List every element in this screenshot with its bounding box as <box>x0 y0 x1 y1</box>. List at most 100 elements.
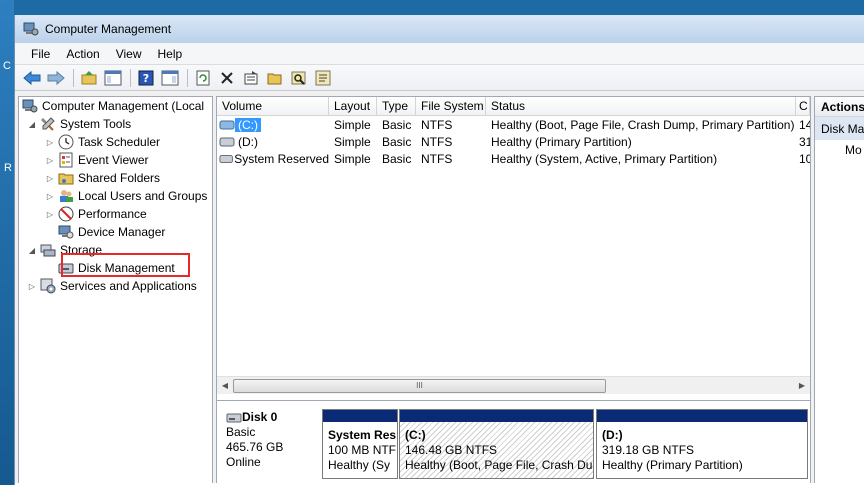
column-header-capacity[interactable]: C <box>796 97 810 115</box>
tree-item-shared-folders[interactable]: ▷ Shared Folders <box>19 169 212 187</box>
users-icon <box>60 190 73 202</box>
volume-row[interactable]: System Reserved Simple Basic NTFS Health… <box>217 150 810 167</box>
up-folder-icon[interactable] <box>78 68 100 88</box>
disk-management-icon <box>58 263 74 274</box>
search-icon[interactable] <box>288 68 310 88</box>
disk-name: Disk 0 <box>242 410 278 424</box>
partition-status: Healthy (Boot, Page File, Crash Dur <box>405 458 594 472</box>
expand-icon[interactable]: ▷ <box>45 209 55 219</box>
refresh-icon[interactable] <box>192 68 214 88</box>
computer-management-window: Computer Management File Action View Hel… <box>14 15 864 485</box>
settings-icon[interactable] <box>312 68 334 88</box>
help-icon[interactable]: ? <box>135 68 157 88</box>
expand-icon[interactable]: ▷ <box>45 173 55 183</box>
disk-icon <box>226 413 242 422</box>
tree-item-storage[interactable]: ◢ Storage <box>19 241 212 259</box>
partition-status: Healthy (Primary Partition) <box>602 458 743 472</box>
delete-icon[interactable] <box>216 68 238 88</box>
toolbar-separator <box>130 68 131 87</box>
menu-view[interactable]: View <box>108 47 150 61</box>
tree-label: Device Manager <box>78 225 166 239</box>
tree-item-computer-management[interactable]: Computer Management (Local <box>19 97 212 115</box>
volume-capacity: 10 <box>799 151 810 166</box>
open-icon[interactable] <box>264 68 286 88</box>
collapse-icon[interactable]: ◢ <box>27 245 37 255</box>
volume-status: Healthy (Primary Partition) <box>491 134 632 149</box>
svg-text:?: ? <box>143 72 149 85</box>
column-header-status[interactable]: Status <box>486 97 796 115</box>
expand-icon[interactable]: ▷ <box>45 137 55 147</box>
toolbar: ? <box>15 65 864 91</box>
computer-management-icon <box>22 99 38 113</box>
menu-action[interactable]: Action <box>58 47 107 61</box>
toolbar-separator <box>73 68 74 87</box>
console-tree: Computer Management (Local ◢ System Tool… <box>18 96 213 484</box>
partition-d[interactable]: (D:) 319.18 GB NTFS Healthy (Primary Par… <box>596 409 808 479</box>
scroll-right-icon[interactable]: ▶ <box>794 381 810 390</box>
tools-icon <box>41 117 55 131</box>
tree-label: Services and Applications <box>60 279 197 293</box>
actions-pane: Actions Disk Ma Mo <box>814 96 864 484</box>
content-area: Computer Management (Local ◢ System Tool… <box>15 93 864 485</box>
partition-size: 100 MB NTF <box>328 443 397 457</box>
back-icon[interactable] <box>21 68 43 88</box>
disk-state: Online <box>226 455 261 469</box>
scroll-left-icon[interactable]: ◀ <box>217 381 233 390</box>
tree-item-system-tools[interactable]: ◢ System Tools <box>19 115 212 133</box>
tree-item-local-users[interactable]: ▷ Local Users and Groups <box>19 187 212 205</box>
partition-name: (C:) <box>405 428 426 442</box>
expand-icon[interactable]: ▷ <box>45 155 55 165</box>
tree-label: Disk Management <box>78 261 175 275</box>
menu-bar: File Action View Help <box>15 43 864 65</box>
volume-type: Basic <box>382 134 412 149</box>
column-header-layout[interactable]: Layout <box>329 97 377 115</box>
disk-graphical-view: Disk 0 Basic 465.76 GB Online System Res… <box>217 400 810 483</box>
storage-icon <box>40 244 56 257</box>
title-bar[interactable]: Computer Management <box>15 15 864 43</box>
tree-item-services-applications[interactable]: ▷ Services and Applications <box>19 277 212 295</box>
partition-size: 319.18 GB NTFS <box>602 443 695 457</box>
menu-help[interactable]: Help <box>150 47 191 61</box>
scrollbar-track[interactable]: III <box>233 378 794 393</box>
tree-item-device-manager[interactable]: Device Manager <box>19 223 212 241</box>
scrollbar-thumb[interactable]: III <box>233 378 606 393</box>
volume-fs: NTFS <box>421 134 453 149</box>
tree-item-event-viewer[interactable]: ▷ Event Viewer <box>19 151 212 169</box>
expand-icon[interactable]: ▷ <box>27 281 37 291</box>
tree-item-disk-management[interactable]: Disk Management <box>19 259 212 277</box>
volume-icon <box>219 120 235 129</box>
actions-section-disk-management[interactable]: Disk Ma <box>815 117 864 140</box>
column-header-volume[interactable]: Volume <box>217 97 329 115</box>
volume-layout: Simple <box>334 134 371 149</box>
show-hide-tree-icon[interactable] <box>102 68 124 88</box>
tree-item-task-scheduler[interactable]: ▷ Task Scheduler <box>19 133 212 151</box>
partition-name: System Res <box>328 428 397 442</box>
volume-status: Healthy (System, Active, Primary Partiti… <box>491 151 718 166</box>
expand-icon[interactable]: ▷ <box>45 191 55 201</box>
menu-file[interactable]: File <box>23 47 58 61</box>
volume-type: Basic <box>382 117 412 132</box>
column-header-file-system[interactable]: File System <box>416 97 486 115</box>
volume-layout: Simple <box>334 117 371 132</box>
disk-info[interactable]: Disk 0 Basic 465.76 GB Online <box>226 410 321 470</box>
horizontal-scrollbar[interactable]: ◀ III ▶ <box>217 376 810 394</box>
partition-c[interactable]: (C:) 146.48 GB NTFS Healthy (Boot, Page … <box>399 409 594 479</box>
volume-type: Basic <box>382 151 412 166</box>
properties-icon[interactable] <box>240 68 262 88</box>
forward-icon[interactable] <box>45 68 67 88</box>
desktop-glyph: C <box>3 60 11 72</box>
volume-layout: Simple <box>334 151 371 166</box>
volume-row[interactable]: (C:) Simple Basic NTFS Healthy (Boot, Pa… <box>217 116 810 133</box>
tree-item-performance[interactable]: ▷ Performance <box>19 205 212 223</box>
partition-system-reserved[interactable]: System Res 100 MB NTF Healthy (Sy <box>322 409 398 479</box>
volume-row[interactable]: (D:) Simple Basic NTFS Healthy (Primary … <box>217 133 810 150</box>
volume-capacity: 14 <box>799 117 810 132</box>
actions-more-item[interactable]: Mo <box>815 140 864 160</box>
collapse-icon[interactable]: ◢ <box>27 119 37 129</box>
column-header-type[interactable]: Type <box>377 97 416 115</box>
disk-size: 465.76 GB <box>226 440 284 454</box>
disk-management-pane: Volume Layout Type File System Status C … <box>216 96 811 484</box>
volume-name: (C:) <box>235 117 261 132</box>
window-title: Computer Management <box>45 22 172 36</box>
show-hide-action-pane-icon[interactable] <box>159 68 181 88</box>
